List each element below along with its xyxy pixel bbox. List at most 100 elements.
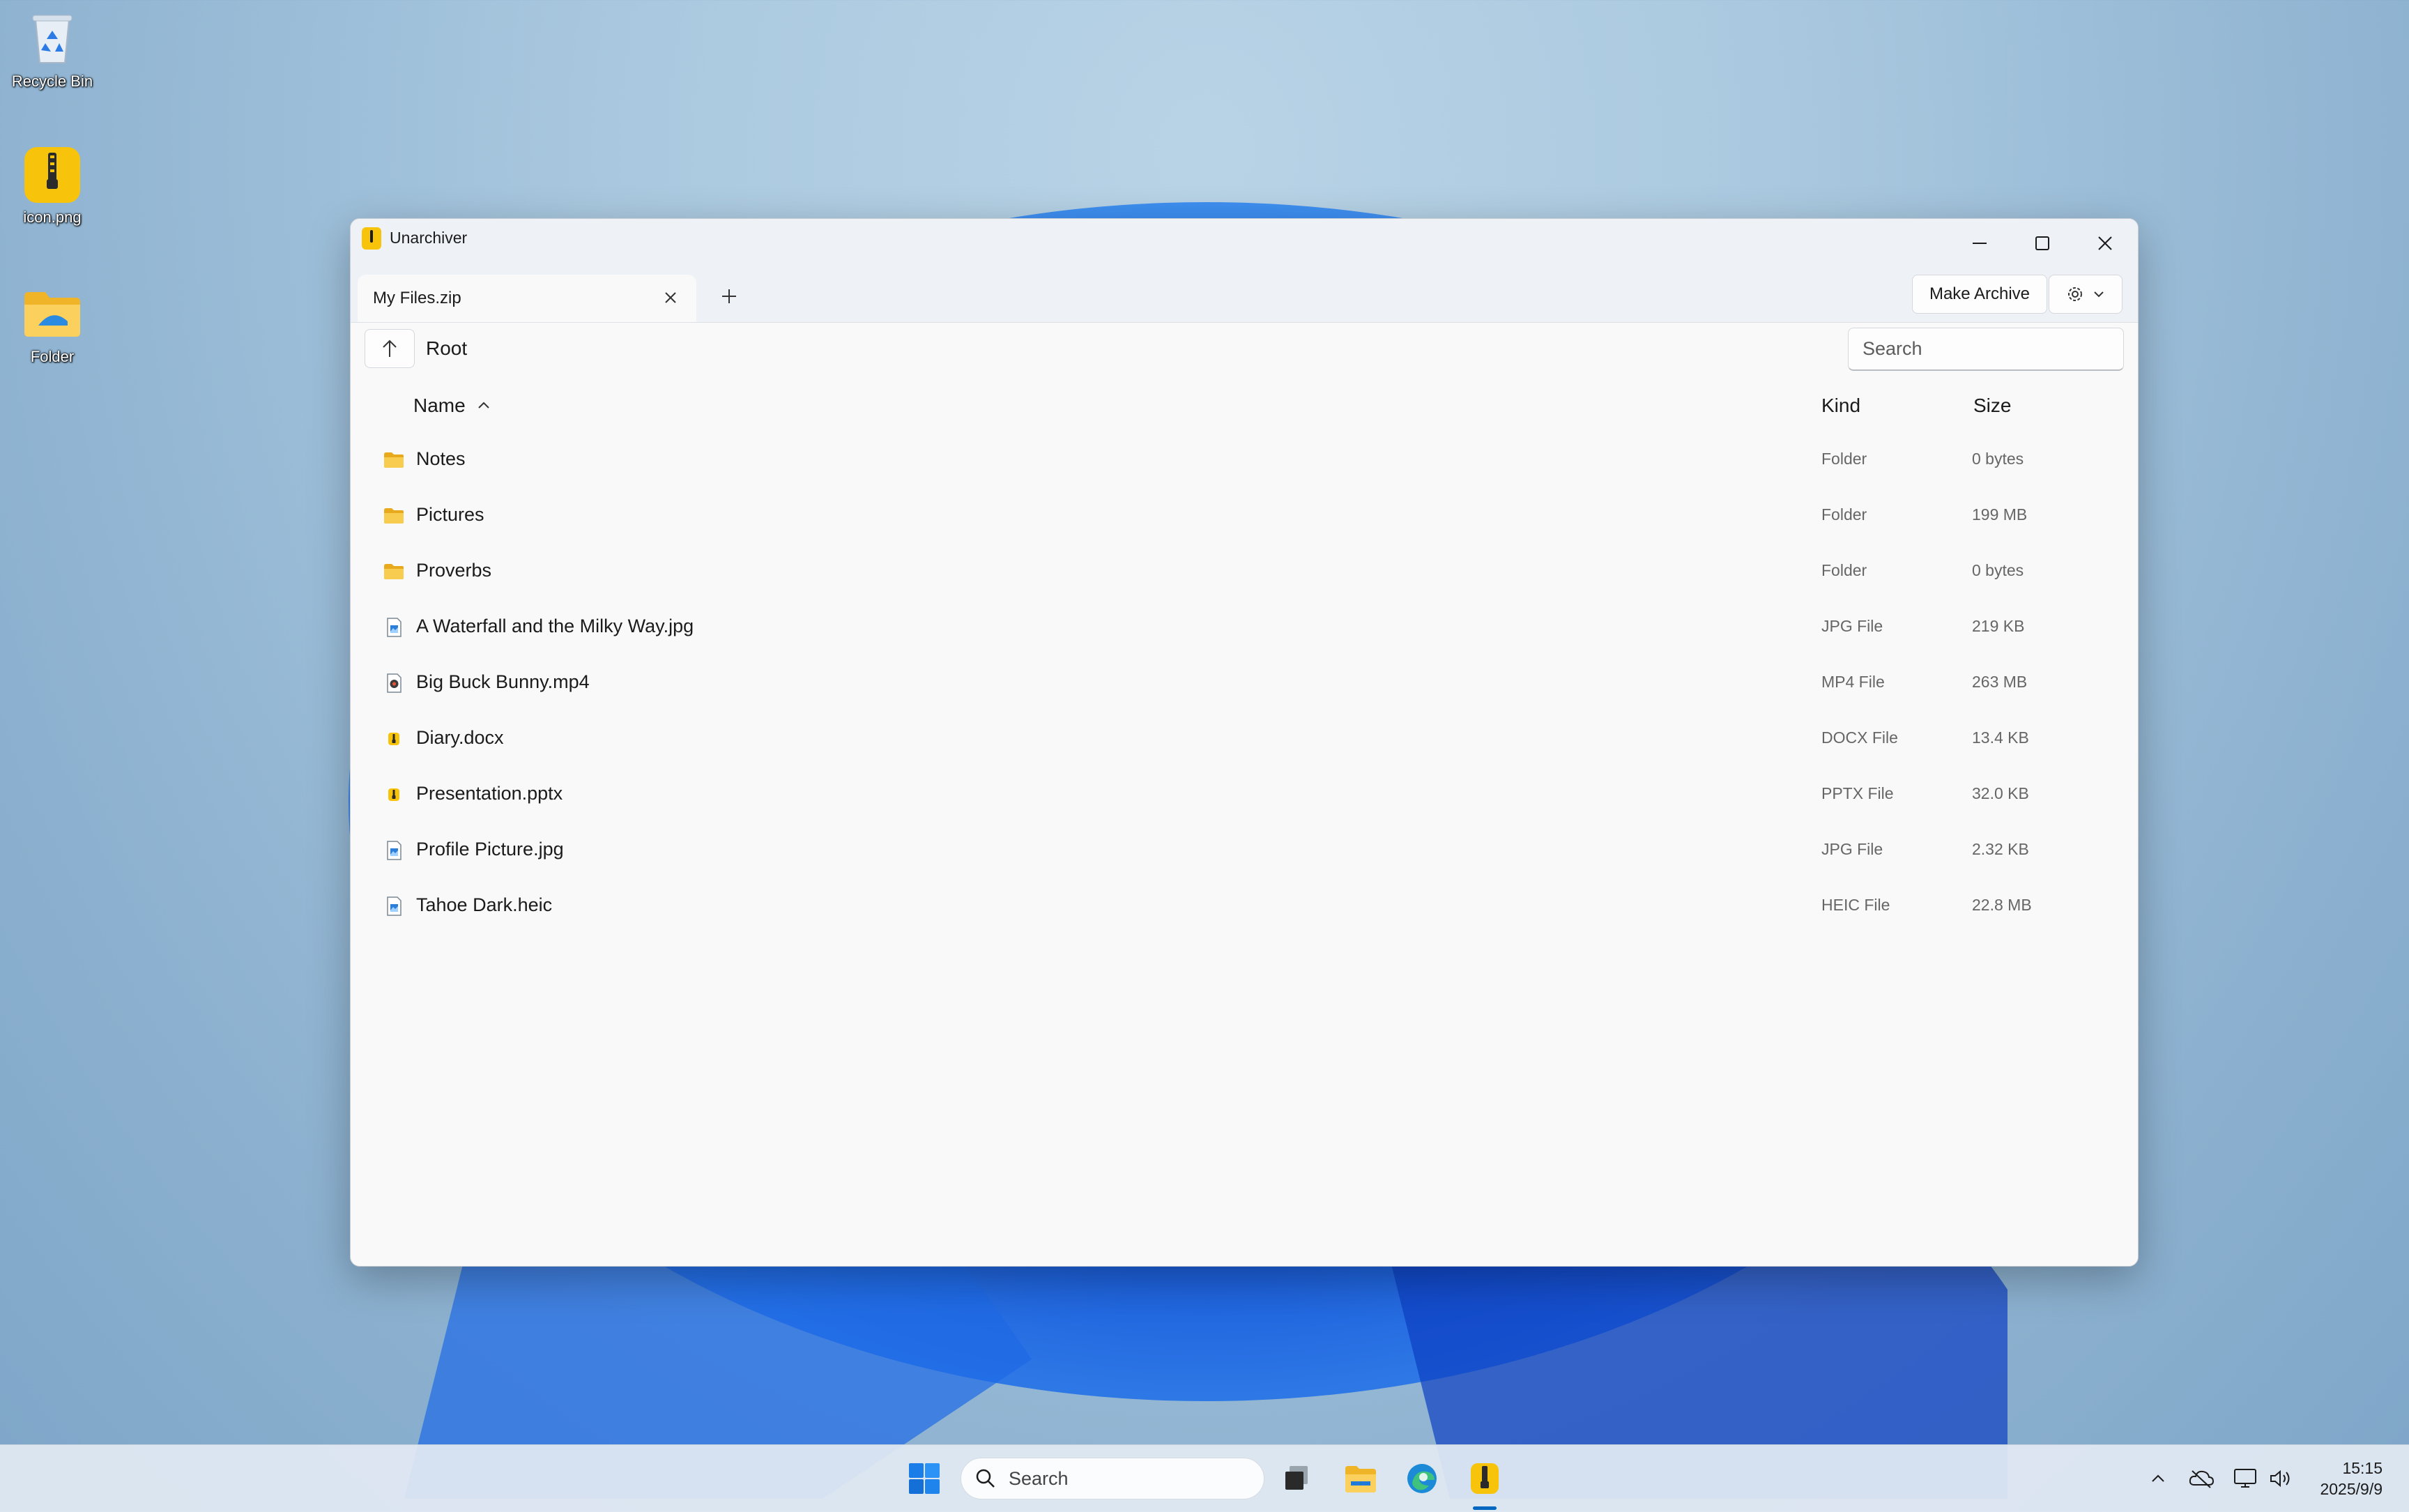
file-size: 0 bytes <box>1972 450 2024 468</box>
start-icon <box>909 1463 940 1494</box>
file-size: 32.0 KB <box>1972 784 2029 802</box>
file-kind: Folder <box>1821 450 1867 468</box>
file-row[interactable]: Profile Picture.jpg JPG File 2.32 KB <box>351 823 2138 878</box>
onedrive-status[interactable] <box>2185 1459 2218 1498</box>
title-bar[interactable]: Unarchiver <box>351 219 2138 268</box>
image-file-icon <box>383 616 405 639</box>
archive-file-icon <box>383 784 405 806</box>
video-file-icon <box>383 672 405 694</box>
search-input[interactable]: Search <box>1848 328 2124 371</box>
taskbar-search-placeholder: Search <box>1009 1467 1069 1489</box>
file-size: 219 KB <box>1972 617 2025 635</box>
task-view-button[interactable] <box>1276 1458 1317 1499</box>
file-row[interactable]: Notes Folder 0 bytes <box>351 432 2138 488</box>
file-row[interactable]: Diary.docx DOCX File 13.4 KB <box>351 711 2138 767</box>
tab-my-files[interactable]: My Files.zip <box>358 275 696 322</box>
file-row[interactable]: Presentation.pptx PPTX File 32.0 KB <box>351 767 2138 823</box>
desktop-icon-folder[interactable]: Folder <box>0 282 105 366</box>
file-name: Notes <box>416 448 466 469</box>
file-name: Diary.docx <box>416 727 504 748</box>
file-row[interactable]: Pictures Folder 199 MB <box>351 488 2138 544</box>
gear-icon <box>2068 287 2082 301</box>
size-column-header[interactable]: Size <box>1973 395 2011 417</box>
name-column-header[interactable]: Name <box>413 395 492 417</box>
breadcrumb[interactable]: Root <box>426 337 467 360</box>
file-name: Tahoe Dark.heic <box>416 894 553 915</box>
file-kind: MP4 File <box>1821 673 1885 691</box>
file-size: 0 bytes <box>1972 561 2024 579</box>
file-size: 13.4 KB <box>1972 728 2029 747</box>
file-explorer-button[interactable] <box>1340 1458 1382 1499</box>
zip-archive-icon <box>22 143 83 204</box>
file-explorer-icon <box>1345 1466 1376 1492</box>
file-row[interactable]: Big Buck Bunny.mp4 MP4 File 263 MB <box>351 655 2138 711</box>
chevron-down-icon <box>2094 291 2104 298</box>
file-row[interactable]: Proverbs Folder 0 bytes <box>351 544 2138 600</box>
unarchiver-window: Unarchiver My Files.zip Make Archive Roo… <box>350 218 2139 1267</box>
file-size: 199 MB <box>1972 505 2028 524</box>
edge-button[interactable] <box>1401 1458 1443 1499</box>
edge-icon <box>1407 1464 1437 1493</box>
file-row[interactable]: A Waterfall and the Milky Way.jpg JPG Fil… <box>351 600 2138 655</box>
file-name: A Waterfall and the Milky Way.jpg <box>416 616 694 636</box>
folder-icon <box>383 505 405 527</box>
unarchiver-logo-icon <box>362 227 381 250</box>
tab-label: My Files.zip <box>373 289 461 307</box>
clock-time: 15:15 <box>2342 1459 2383 1477</box>
kind-column-header[interactable]: Kind <box>1821 395 1860 417</box>
task-view-icon <box>1285 1466 1308 1490</box>
system-clock[interactable]: 15:15 2025/9/9 <box>2320 1458 2383 1499</box>
image-file-icon <box>383 839 405 862</box>
up-button[interactable] <box>365 329 415 368</box>
sort-ascending-icon <box>477 402 489 408</box>
file-size: 263 MB <box>1972 673 2028 691</box>
volume-icon <box>2270 1469 2290 1488</box>
file-size: 22.8 MB <box>1972 896 2032 914</box>
cloud-offline-icon <box>2189 1470 2215 1488</box>
arrow-up-icon <box>383 339 397 357</box>
folder-icon <box>22 282 83 344</box>
desktop-icon-recycle-bin[interactable]: Recycle Bin <box>0 7 105 91</box>
window-title: Unarchiver <box>390 229 468 247</box>
close-window-button[interactable] <box>2074 219 2136 268</box>
network-status[interactable] <box>2229 1459 2263 1498</box>
maximize-icon <box>2035 236 2049 250</box>
taskbar: Search 15:15 2025/9/9 <box>0 1444 2409 1512</box>
search-placeholder: Search <box>1863 338 1922 359</box>
show-hidden-icons-button[interactable] <box>2141 1459 2175 1498</box>
chevron-up-icon <box>2152 1474 2164 1482</box>
volume-control[interactable] <box>2264 1459 2297 1498</box>
file-kind: HEIC File <box>1821 896 1890 914</box>
file-name: Big Buck Bunny.mp4 <box>416 671 590 692</box>
desktop-icon-label: icon.png <box>23 208 82 226</box>
file-row[interactable]: Tahoe Dark.heic HEIC File 22.8 MB <box>351 878 2138 934</box>
make-archive-button[interactable]: Make Archive <box>1912 275 2047 314</box>
file-name: Proverbs <box>416 560 492 581</box>
network-icon <box>2234 1469 2256 1488</box>
search-icon <box>976 1469 995 1488</box>
file-kind: JPG File <box>1821 840 1883 858</box>
unarchiver-taskbar-button[interactable] <box>1464 1458 1506 1499</box>
folder-icon <box>383 449 405 471</box>
taskbar-search[interactable]: Search <box>961 1458 1264 1499</box>
maximize-button[interactable] <box>2011 219 2074 268</box>
minimize-button[interactable] <box>1948 219 2011 268</box>
archive-file-icon <box>383 728 405 750</box>
file-kind: Folder <box>1821 505 1867 524</box>
file-kind: DOCX File <box>1821 728 1898 747</box>
close-icon <box>2098 236 2112 250</box>
file-name: Presentation.pptx <box>416 783 563 804</box>
settings-dropdown-button[interactable] <box>2049 275 2123 314</box>
plus-icon[interactable] <box>714 282 744 311</box>
file-kind: Folder <box>1821 561 1867 579</box>
file-size: 2.32 KB <box>1972 840 2029 858</box>
tab-strip: My Files.zip Make Archive <box>351 268 2138 323</box>
folder-icon <box>383 560 405 583</box>
desktop-icon-icon-png[interactable]: icon.png <box>0 143 105 227</box>
name-column-label: Name <box>413 395 466 416</box>
start-button[interactable] <box>903 1458 945 1499</box>
tab-close-icon[interactable] <box>660 287 681 308</box>
image-file-icon <box>383 895 405 917</box>
file-list: Notes Folder 0 bytes Pictures Folder 199 MB Pr… <box>351 432 2138 934</box>
recycle-bin-icon <box>22 7 83 68</box>
